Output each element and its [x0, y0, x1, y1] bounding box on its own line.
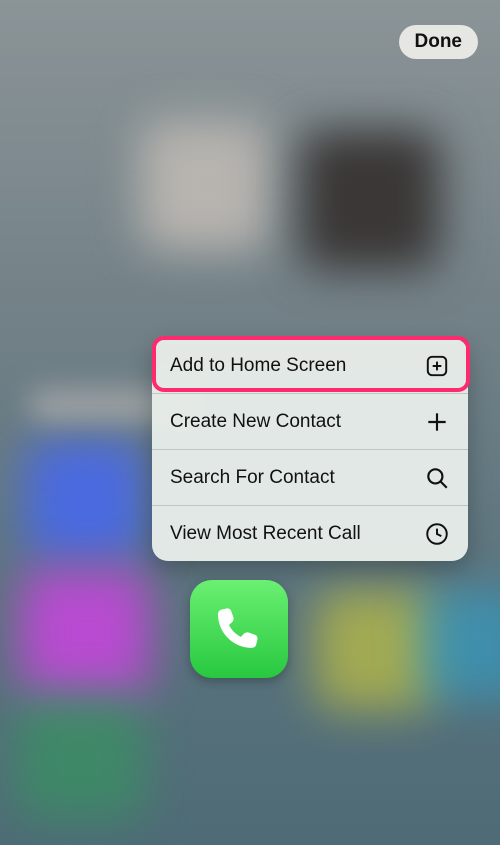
plus-icon — [424, 409, 450, 435]
menu-item-create-new-contact[interactable]: Create New Contact — [152, 394, 468, 449]
menu-item-search-for-contact[interactable]: Search For Contact — [152, 450, 468, 505]
phone-app-icon[interactable] — [190, 580, 288, 678]
blurred-app-icon — [20, 570, 150, 700]
blurred-app-icon — [300, 130, 440, 270]
menu-item-label: Search For Contact — [170, 467, 335, 489]
app-context-menu: Add to Home Screen Create New Contact S — [152, 338, 468, 561]
blurred-app-icon — [315, 590, 435, 710]
menu-item-label: View Most Recent Call — [170, 523, 361, 545]
blurred-app-icon — [15, 690, 145, 820]
blurred-app-icon — [25, 440, 145, 560]
menu-item-view-most-recent-call[interactable]: View Most Recent Call — [152, 506, 468, 561]
done-button[interactable]: Done — [399, 25, 479, 59]
blurred-app-icon — [140, 120, 270, 250]
home-screen-edit-mode: Done Add to Home Screen Create New Conta… — [0, 0, 500, 845]
search-icon — [424, 465, 450, 491]
menu-item-add-to-home-screen[interactable]: Add to Home Screen — [152, 338, 468, 393]
menu-item-label: Add to Home Screen — [170, 355, 346, 377]
clock-icon — [424, 521, 450, 547]
add-box-icon — [424, 353, 450, 379]
phone-handset-icon — [211, 601, 267, 657]
menu-item-label: Create New Contact — [170, 411, 341, 433]
blurred-app-icon — [420, 590, 500, 700]
